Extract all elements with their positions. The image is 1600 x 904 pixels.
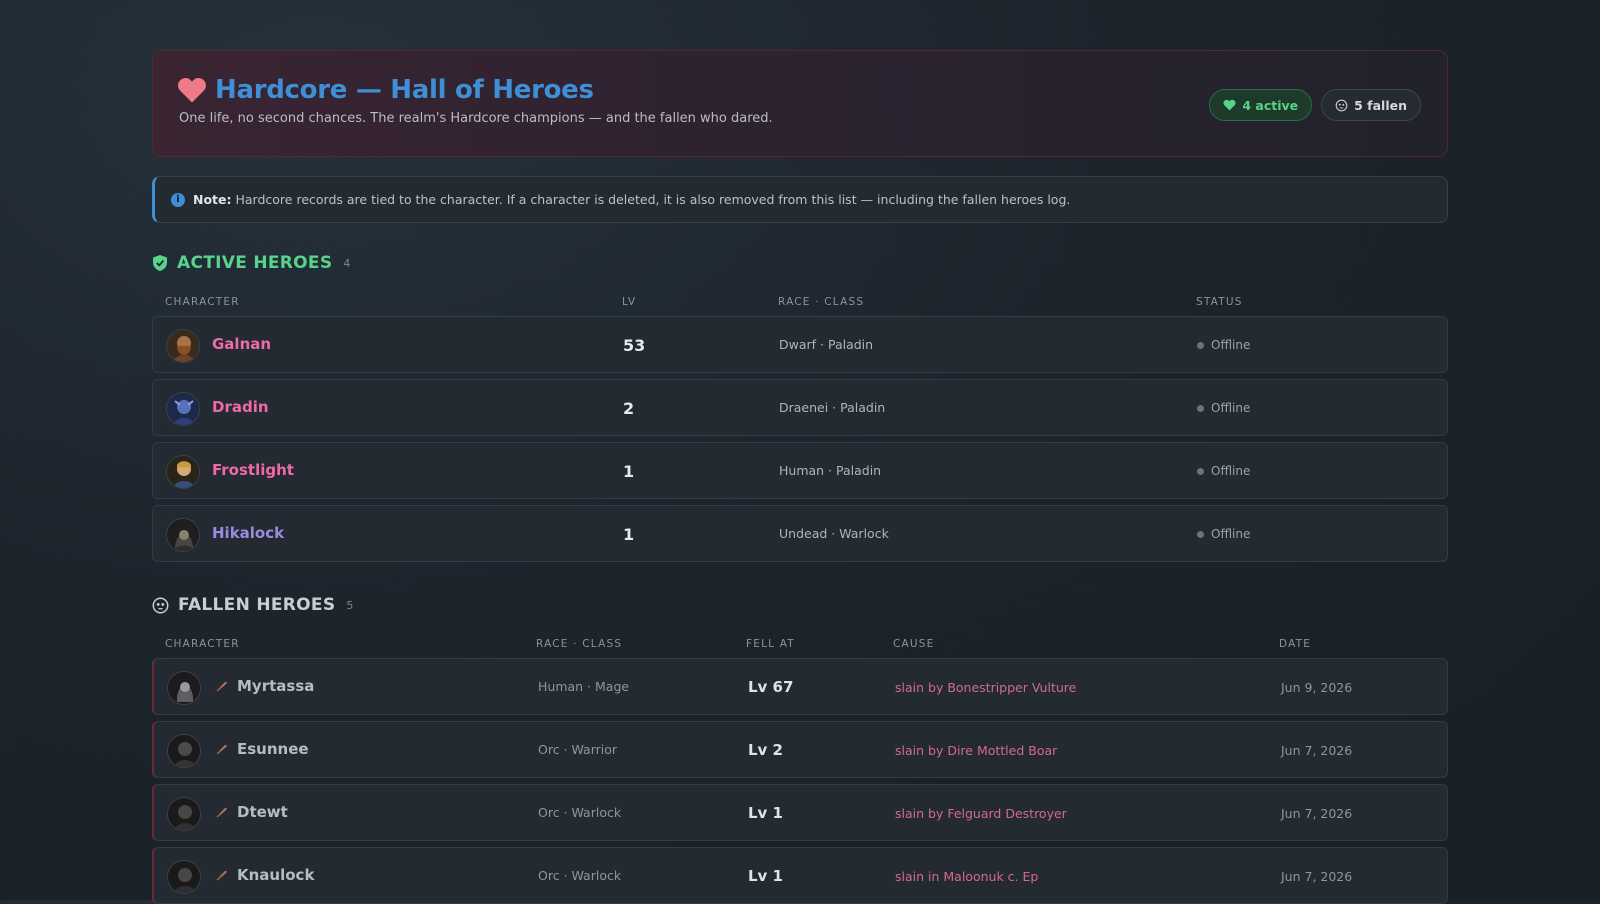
heart-icon [1223, 99, 1236, 111]
character-race-class: Orc · Warrior [538, 742, 618, 757]
avatar [167, 734, 201, 768]
status-text: Offline [1211, 338, 1251, 352]
col-date: DATE [1279, 638, 1312, 650]
status-indicator: Offline [1197, 338, 1250, 352]
feather-icon [215, 744, 227, 755]
character-level: 1 [623, 525, 635, 544]
skull-icon [1335, 99, 1348, 111]
avatar [167, 671, 201, 705]
col-lv: LV [622, 296, 637, 308]
table-row[interactable]: Hikalock 1 Undead · Warlock Offline [152, 505, 1448, 562]
death-date: Jun 7, 2026 [1281, 806, 1353, 821]
status-text: Offline [1211, 401, 1251, 415]
header-card: Hardcore — Hall of Heroes One life, no s… [152, 50, 1448, 157]
character-race-class: Undead · Warlock [779, 526, 889, 541]
character-name[interactable]: Knaulock [237, 866, 314, 884]
fallen-table-header: CHARACTER RACE · CLASS FELL AT CAUSE DAT… [152, 638, 1448, 658]
active-table-header: CHARACTER LV RACE · CLASS STATUS [152, 296, 1448, 316]
status-dot-icon [1197, 341, 1204, 349]
death-cause: slain by Bonestripper Vulture [895, 680, 1077, 695]
character-race-class: Orc · Warlock [538, 805, 622, 820]
active-count-badge[interactable]: 4 active [1209, 89, 1313, 121]
col-cause: CAUSE [893, 638, 935, 650]
death-date: Jun 9, 2026 [1281, 680, 1353, 695]
status-dot-icon [1197, 404, 1204, 412]
fallen-badge-label: 5 fallen [1354, 97, 1407, 113]
avatar [166, 329, 200, 363]
avatar [167, 797, 201, 831]
heart-icon [178, 78, 206, 103]
fell-at-level: Lv 1 [748, 867, 783, 885]
table-row[interactable]: Dtewt Orc · Warlock Lv 1 slain by Felgua… [152, 784, 1448, 841]
table-row[interactable]: Knaulock Orc · Warlock Lv 1 slain in Mal… [152, 847, 1448, 904]
status-indicator: Offline [1197, 527, 1250, 541]
note-label: Note: [193, 192, 232, 207]
table-row[interactable]: Galnan 53 Dwarf · Paladin Offline [152, 316, 1448, 373]
active-heroes-header: ACTIVE HEROES 4 [152, 251, 1448, 275]
character-name[interactable]: Dtewt [237, 803, 288, 821]
character-name[interactable]: Esunnee [237, 740, 309, 758]
table-row[interactable]: Frostlight 1 Human · Paladin Offline [152, 442, 1448, 499]
shield-check-icon [153, 255, 167, 271]
character-name[interactable]: Frostlight [212, 461, 294, 479]
fallen-heroes-header: FALLEN HEROES 5 [152, 593, 1448, 617]
character-race-class: Orc · Warlock [538, 868, 622, 883]
status-dot-icon [1197, 530, 1204, 538]
col-fell-at: FELL AT [746, 638, 795, 650]
character-level: 2 [623, 399, 635, 418]
fell-at-level: Lv 67 [748, 678, 794, 696]
col-character: CHARACTER [165, 638, 240, 650]
fallen-heroes-title: FALLEN HEROES [178, 595, 336, 615]
avatar [167, 860, 201, 894]
skull-icon [152, 597, 169, 613]
feather-icon [215, 807, 227, 818]
status-text: Offline [1211, 527, 1251, 541]
death-cause: slain by Dire Mottled Boar [895, 743, 1058, 758]
fallen-heroes-list: Myrtassa Human · Mage Lv 67 slain by Bon… [152, 658, 1448, 904]
avatar [166, 455, 200, 489]
table-row[interactable]: Dradin 2 Draenei · Paladin Offline [152, 379, 1448, 436]
info-icon: i [171, 192, 185, 207]
active-heroes-list: Galnan 53 Dwarf · Paladin Offline Dradin… [152, 316, 1448, 562]
status-indicator: Offline [1197, 401, 1250, 415]
character-race-class: Draenei · Paladin [779, 400, 886, 415]
active-heroes-title: ACTIVE HEROES [177, 253, 333, 273]
character-level: 1 [623, 462, 635, 481]
avatar [166, 518, 200, 552]
status-dot-icon [1197, 467, 1204, 475]
death-date: Jun 7, 2026 [1281, 743, 1353, 758]
col-character: CHARACTER [165, 296, 240, 308]
status-text: Offline [1211, 464, 1251, 478]
death-cause: slain in Maloonuk c. Ep [895, 869, 1039, 884]
fallen-count-badge[interactable]: 5 fallen [1321, 89, 1421, 121]
character-name[interactable]: Galnan [212, 335, 271, 353]
death-cause: slain by Felguard Destroyer [895, 806, 1067, 821]
page-title: Hardcore — Hall of Heroes [215, 75, 594, 105]
character-name[interactable]: Dradin [212, 398, 269, 416]
table-row[interactable]: Esunnee Orc · Warrior Lv 2 slain by Dire… [152, 721, 1448, 778]
active-heroes-count: 4 [343, 256, 351, 270]
note-text: Hardcore records are tied to the charact… [235, 192, 1071, 207]
character-level: 53 [623, 336, 646, 355]
status-indicator: Offline [1197, 464, 1250, 478]
character-name[interactable]: Myrtassa [237, 677, 314, 695]
feather-icon [215, 681, 227, 692]
character-race-class: Human · Mage [538, 679, 630, 694]
death-date: Jun 7, 2026 [1281, 869, 1353, 884]
col-status: STATUS [1196, 296, 1243, 308]
feather-icon [215, 870, 227, 881]
info-note: i Note: Hardcore records are tied to the… [152, 176, 1448, 223]
hall-of-heroes-page: Hardcore — Hall of Heroes One life, no s… [152, 50, 1448, 904]
fell-at-level: Lv 2 [748, 741, 783, 759]
table-row[interactable]: Myrtassa Human · Mage Lv 67 slain by Bon… [152, 658, 1448, 715]
col-race-class: RACE · CLASS [778, 296, 865, 308]
col-race-class: RACE · CLASS [536, 638, 623, 650]
fell-at-level: Lv 1 [748, 804, 783, 822]
character-race-class: Human · Paladin [779, 463, 882, 478]
character-race-class: Dwarf · Paladin [779, 337, 874, 352]
active-badge-label: 4 active [1242, 97, 1299, 113]
avatar [166, 392, 200, 426]
fallen-heroes-count: 5 [346, 598, 354, 612]
character-name[interactable]: Hikalock [212, 524, 284, 542]
